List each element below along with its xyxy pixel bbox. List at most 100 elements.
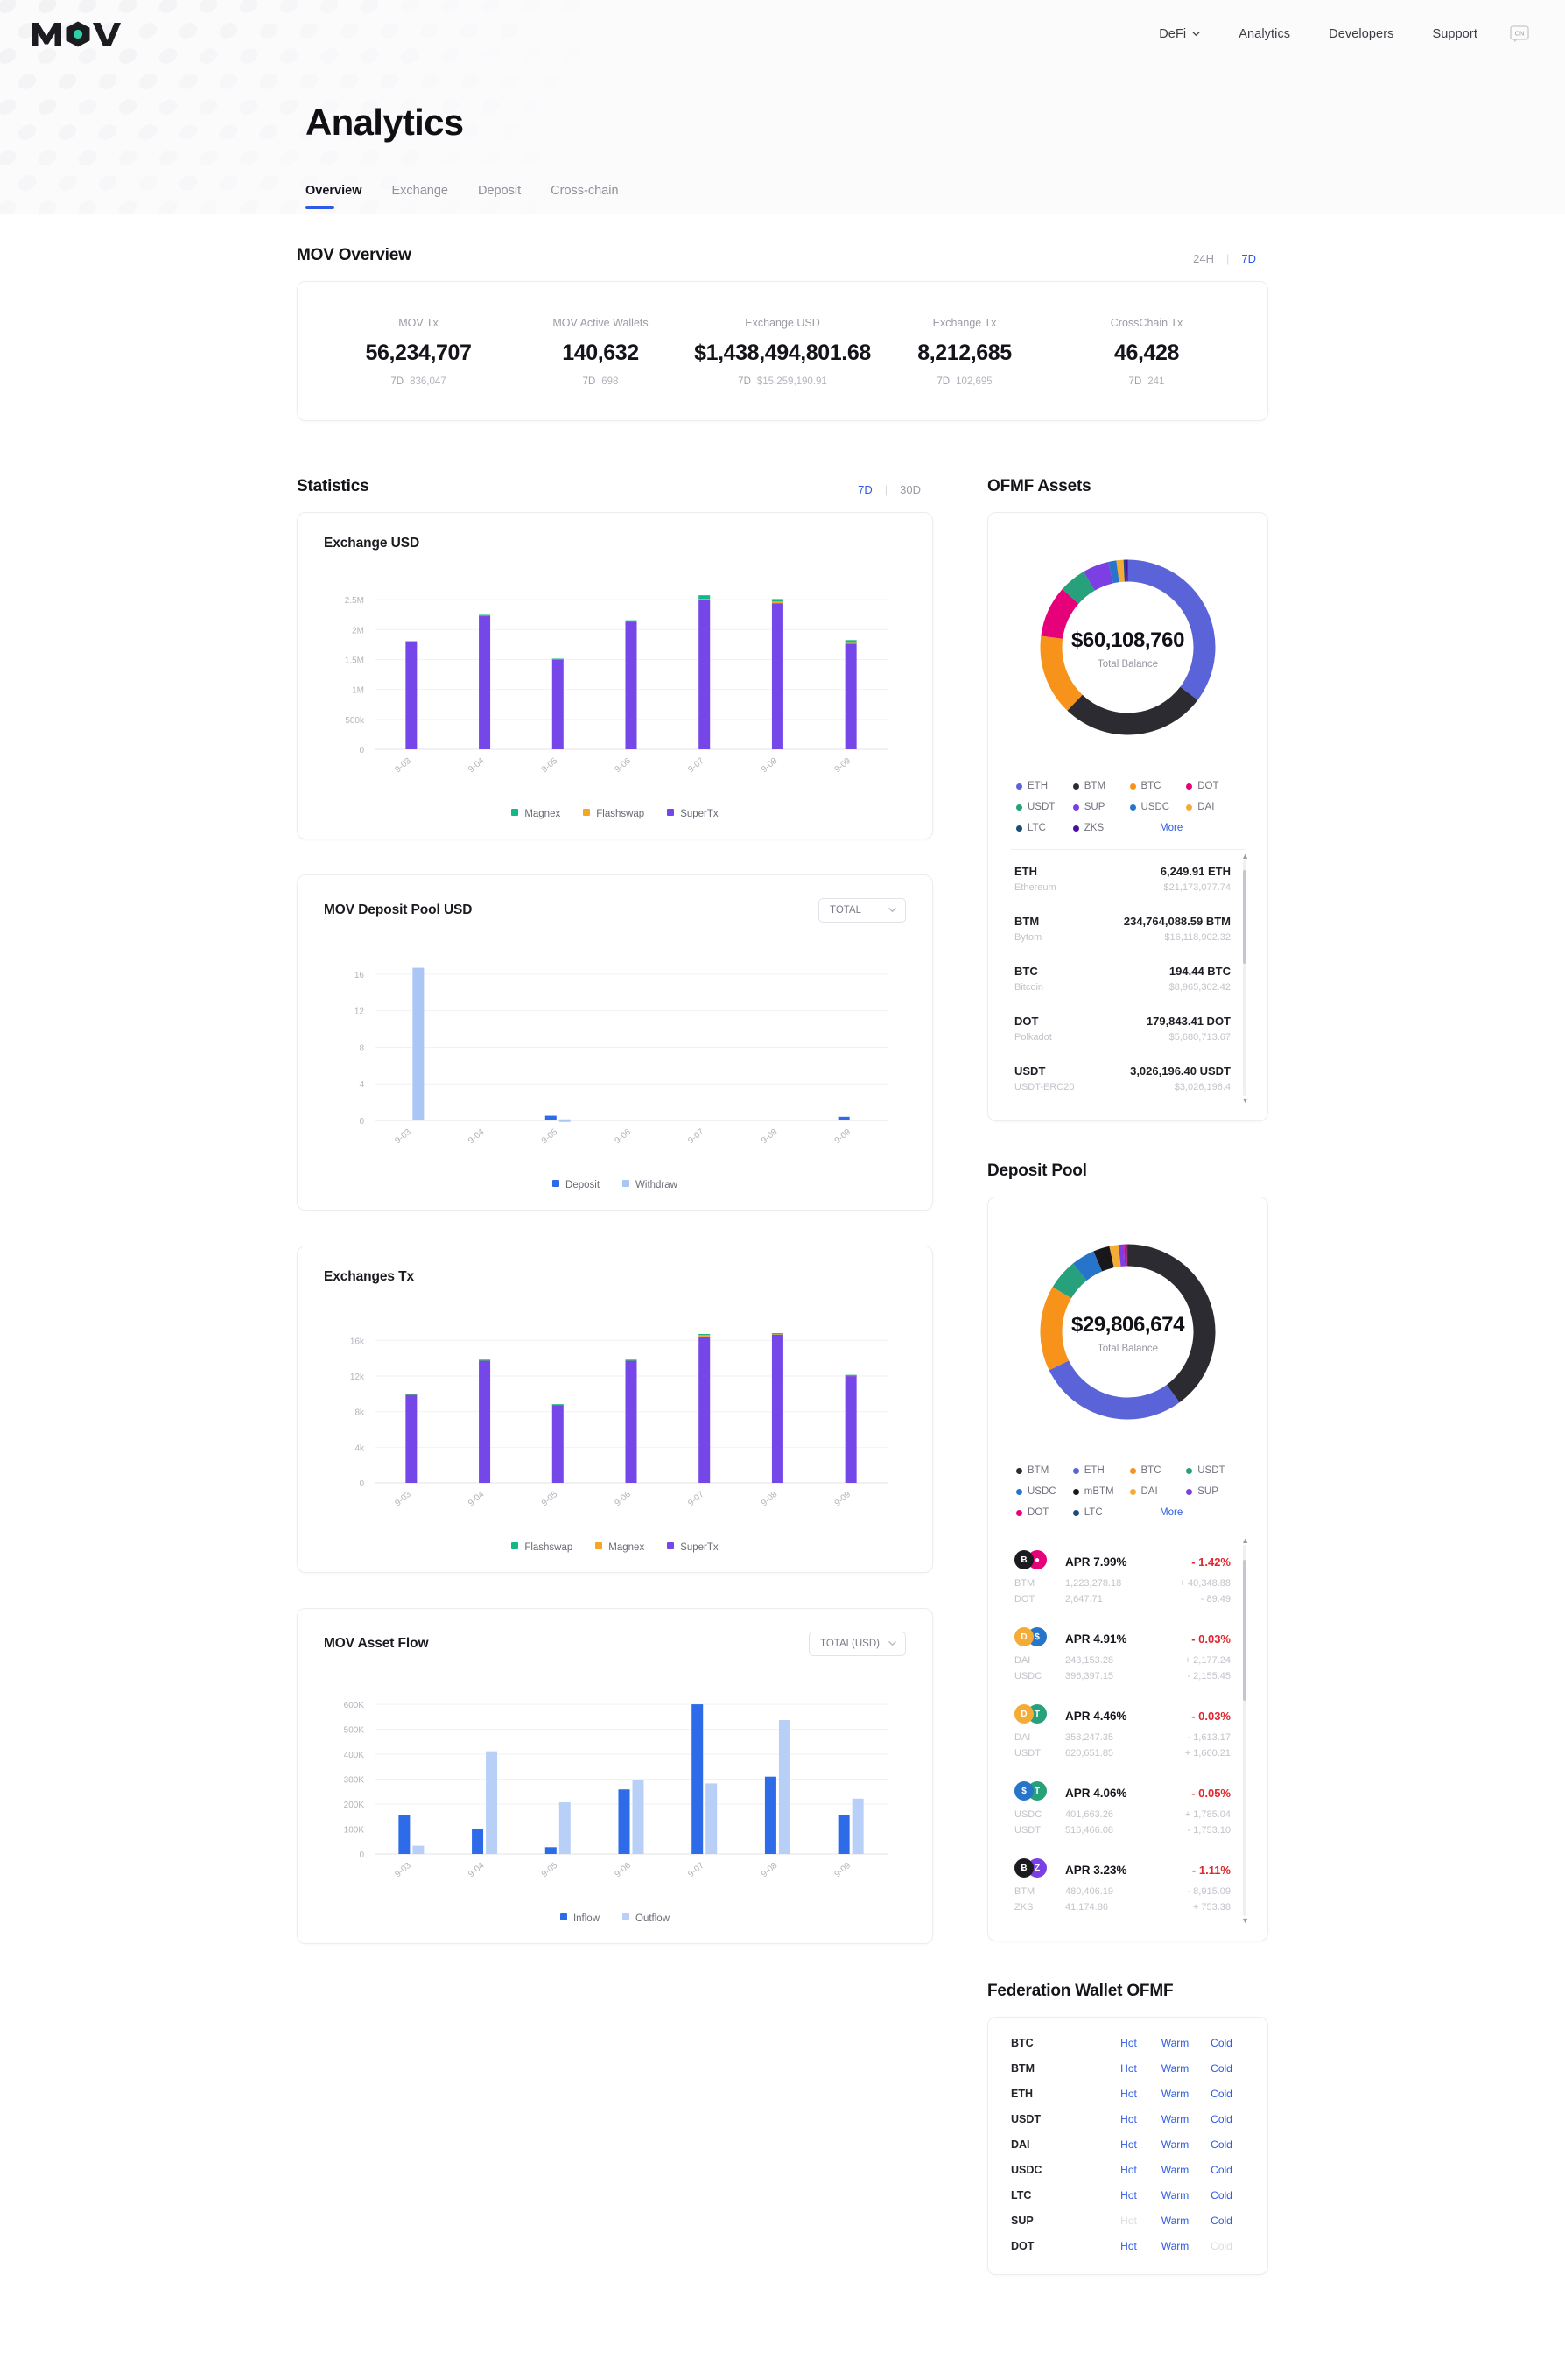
asset-flow-total-select[interactable]: TOTAL(USD) <box>809 1632 906 1656</box>
deposit-pool-apr-list[interactable]: Ƀ ● APR 7.99% - 1.42% BTM 1,223,278.18 + 40,34… <box>1007 1536 1249 1925</box>
donut-legend-item-mbtm[interactable]: mBTM <box>1072 1486 1130 1497</box>
legend-item-outflow[interactable]: Outflow <box>622 1913 670 1924</box>
federation-wallet-hot-link[interactable]: Hot <box>1105 2164 1152 2176</box>
federation-wallet-warm-link[interactable]: Warm <box>1152 2138 1198 2151</box>
scrollbar-thumb[interactable] <box>1243 869 1246 965</box>
donut-legend-item-zks[interactable]: ZKS <box>1072 823 1130 833</box>
donut-legend-item-eth[interactable]: ETH <box>1072 1465 1130 1476</box>
federation-wallet-cold-link[interactable]: Cold <box>1198 2113 1245 2125</box>
donut-slice-btm[interactable] <box>1067 686 1198 735</box>
donut-legend-item-btm[interactable]: BTM <box>1072 781 1130 791</box>
donut-legend-item-eth[interactable]: ETH <box>1016 781 1073 791</box>
deposit-pool-row[interactable]: $ T APR 4.06% - 0.05% USDC 401,663.26 + 1,785.… <box>1007 1769 1236 1846</box>
donut-legend-item-dai[interactable]: DAI <box>1186 802 1243 812</box>
donut-legend-more-link[interactable]: More <box>1130 823 1187 833</box>
tab-overview[interactable]: Overview <box>305 184 380 209</box>
scroll-up-icon[interactable]: ▲ <box>1241 852 1249 860</box>
donut-legend-item-dot[interactable]: DOT <box>1186 781 1243 791</box>
donut-legend-item-ltc[interactable]: LTC <box>1016 823 1073 833</box>
donut-legend-item-usdc[interactable]: USDC <box>1129 802 1187 812</box>
federation-wallet-hot-link[interactable]: Hot <box>1105 2088 1152 2100</box>
legend-item-flashswap[interactable]: Flashswap <box>583 809 644 819</box>
tab-cross-chain[interactable]: Cross-chain <box>551 184 635 209</box>
federation-wallet-warm-link[interactable]: Warm <box>1152 2088 1198 2100</box>
donut-legend-item-usdt[interactable]: USDT <box>1016 802 1073 812</box>
nav-item-support[interactable]: Support <box>1414 27 1498 41</box>
federation-wallet-hot-link[interactable]: Hot <box>1105 2037 1152 2049</box>
deposit-pool-row[interactable]: Ƀ Z APR 3.23% - 1.11% BTM 480,406.19 - 8,915.0… <box>1007 1846 1236 1923</box>
legend-item-flashswap[interactable]: Flashswap <box>511 1542 572 1553</box>
donut-slice-btc[interactable] <box>1040 1287 1072 1371</box>
stats-range-7d[interactable]: 7D <box>846 483 885 496</box>
donut-legend-item-sup[interactable]: SUP <box>1072 802 1130 812</box>
donut-legend-item-ltc[interactable]: LTC <box>1072 1507 1130 1518</box>
scroll-up-icon[interactable]: ▲ <box>1241 1536 1249 1545</box>
donut-slice-eth[interactable] <box>1049 1360 1180 1420</box>
ofmf-list-scrollbar[interactable] <box>1243 860 1246 1096</box>
range-option-7d[interactable]: 7D <box>1229 252 1268 265</box>
federation-wallet-hot-link[interactable]: Hot <box>1105 2062 1152 2075</box>
federation-wallet-cold-link[interactable]: Cold <box>1198 2088 1245 2100</box>
federation-wallet-cold-link[interactable]: Cold <box>1198 2215 1245 2227</box>
federation-wallet-cold-link[interactable]: Cold <box>1198 2037 1245 2049</box>
legend-item-deposit[interactable]: Deposit <box>552 1180 600 1190</box>
deposit-pool-row[interactable]: Ƀ ● APR 7.99% - 1.42% BTM 1,223,278.18 + 40,34… <box>1007 1538 1236 1615</box>
language-switcher-icon[interactable]: CN <box>1509 25 1530 44</box>
nav-item-defi[interactable]: DeFi <box>1140 27 1219 41</box>
legend-item-inflow[interactable]: Inflow <box>559 1913 600 1924</box>
tab-exchange[interactable]: Exchange <box>392 184 467 209</box>
mov-logo[interactable] <box>30 14 121 54</box>
deposit-pool-total-select[interactable]: TOTAL <box>818 898 906 923</box>
donut-legend-item-dot[interactable]: DOT <box>1016 1507 1073 1518</box>
scroll-down-icon[interactable]: ▼ <box>1241 1916 1249 1925</box>
asset-row[interactable]: ETH 6,249.91 ETH Ethereum $21,173,077.74 <box>1007 853 1236 903</box>
federation-wallet-warm-link[interactable]: Warm <box>1152 2189 1198 2201</box>
legend-item-withdraw[interactable]: Withdraw <box>622 1180 677 1190</box>
federation-wallet-cold-link[interactable]: Cold <box>1198 2062 1245 2075</box>
range-option-24h[interactable]: 24H <box>1181 252 1226 265</box>
donut-legend-item-dai[interactable]: DAI <box>1129 1486 1187 1497</box>
donut-legend-more-link[interactable]: More <box>1130 1507 1187 1518</box>
ofmf-assets-list[interactable]: ETH 6,249.91 ETH Ethereum $21,173,077.74 BTM… <box>1007 852 1249 1105</box>
legend-item-magnex[interactable]: Magnex <box>595 1542 644 1553</box>
asset-row[interactable]: USDT 3,026,196.40 USDT USDT-ERC20 $3,026,19… <box>1007 1053 1236 1103</box>
asset-row[interactable]: BTC 194.44 BTC Bitcoin $8,965,302.42 <box>1007 953 1236 1003</box>
federation-wallet-warm-link[interactable]: Warm <box>1152 2062 1198 2075</box>
federation-wallet-cold-link[interactable]: Cold <box>1198 2138 1245 2151</box>
donut-legend-item-usdt[interactable]: USDT <box>1186 1465 1243 1476</box>
donut-legend-item-btc[interactable]: BTC <box>1129 781 1187 791</box>
federation-wallet-hot-link[interactable]: Hot <box>1105 2138 1152 2151</box>
donut-legend-item-btc[interactable]: BTC <box>1129 1465 1187 1476</box>
donut-legend-item-usdc[interactable]: USDC <box>1016 1486 1073 1497</box>
donut-slice-btc[interactable] <box>1040 635 1083 711</box>
federation-wallet-warm-link[interactable]: Warm <box>1152 2240 1198 2252</box>
asset-row[interactable]: DOT 179,843.41 DOT Polkadot $5,680,713.67 <box>1007 1003 1236 1053</box>
donut-legend-item-btm[interactable]: BTM <box>1016 1465 1073 1476</box>
donut-legend-item-sup[interactable]: SUP <box>1186 1486 1243 1497</box>
legend-item-supertx[interactable]: SuperTx <box>667 809 719 819</box>
apr-delta: - 1.11% <box>1191 1863 1231 1877</box>
scrollbar-thumb[interactable] <box>1243 1559 1246 1702</box>
legend-item-supertx[interactable]: SuperTx <box>667 1542 719 1553</box>
federation-wallet-cold-link[interactable]: Cold <box>1198 2164 1245 2176</box>
deposit-pool-row[interactable]: D T APR 4.46% - 0.03% DAI 358,247.35 - 1,613.1… <box>1007 1692 1236 1769</box>
legend-item-magnex[interactable]: Magnex <box>511 809 560 819</box>
scroll-down-icon[interactable]: ▼ <box>1241 1096 1249 1105</box>
federation-wallet-warm-link[interactable]: Warm <box>1152 2164 1198 2176</box>
deposit-pool-row[interactable]: D $ APR 4.91% - 0.03% DAI 243,153.28 + 2,177.2… <box>1007 1615 1236 1692</box>
nav-item-analytics[interactable]: Analytics <box>1219 27 1309 41</box>
federation-wallet-hot-link[interactable]: Hot <box>1105 2113 1152 2125</box>
federation-wallet-warm-link[interactable]: Warm <box>1152 2113 1198 2125</box>
federation-wallet-warm-link[interactable]: Warm <box>1152 2037 1198 2049</box>
apr-list-scrollbar[interactable] <box>1243 1545 1246 1916</box>
stats-range-30d[interactable]: 30D <box>888 483 933 496</box>
tab-deposit[interactable]: Deposit <box>478 184 538 209</box>
donut-slice-btm[interactable] <box>1127 1244 1216 1403</box>
federation-wallet-warm-link[interactable]: Warm <box>1152 2215 1198 2227</box>
federation-wallet-hot-link[interactable]: Hot <box>1105 2189 1152 2201</box>
federation-wallet-cold-link[interactable]: Cold <box>1198 2189 1245 2201</box>
federation-wallet-hot-link[interactable]: Hot <box>1105 2240 1152 2252</box>
nav-item-developers[interactable]: Developers <box>1309 27 1413 41</box>
donut-slice-eth[interactable] <box>1127 559 1216 700</box>
asset-row[interactable]: BTM 234,764,088.59 BTM Bytom $16,118,902.32 <box>1007 903 1236 953</box>
